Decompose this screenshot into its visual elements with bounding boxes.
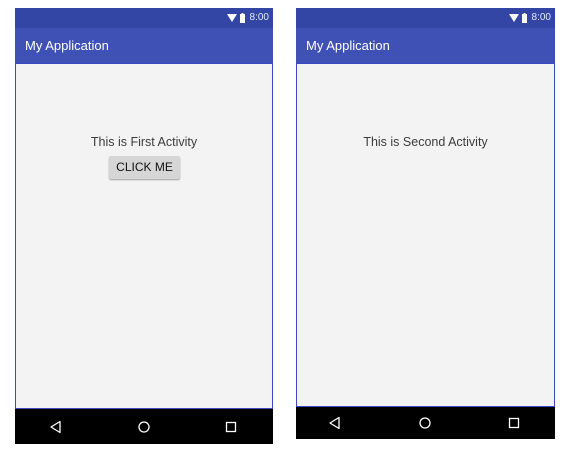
navigation-bar [15,409,273,444]
battery-icon [239,13,245,23]
home-icon [419,417,431,429]
app-bar: My Application [296,28,555,63]
activity-content: This is First Activity CLICK ME [15,63,273,409]
back-button[interactable] [48,419,64,435]
back-button[interactable] [327,415,343,431]
navigation-bar [296,407,555,439]
app-title: My Application [25,38,109,53]
back-icon [329,416,340,430]
click-me-button[interactable]: CLICK ME [109,156,180,179]
home-icon [138,420,150,433]
wifi-icon [226,14,237,22]
activity-label: This is First Activity [90,135,198,149]
battery-icon [521,13,527,23]
home-button[interactable] [417,415,433,431]
phone-screen-second-activity: 8:00 My Application This is Second Activ… [296,8,555,439]
app-title: My Application [306,38,390,53]
phone-screen-first-activity: 8:00 My Application This is First Activi… [15,8,273,444]
status-bar: 8:00 [296,8,555,28]
recents-button[interactable] [223,419,239,435]
back-icon [50,420,61,433]
status-icons: 8:00 [508,12,551,24]
status-bar: 8:00 [15,8,273,28]
recents-icon [508,417,520,429]
status-time: 8:00 [531,12,551,23]
status-icons: 8:00 [226,12,269,24]
recents-button[interactable] [506,415,522,431]
home-button[interactable] [136,419,152,435]
app-bar: My Application [15,28,273,63]
activity-content: This is Second Activity [296,63,555,407]
status-time: 8:00 [249,12,269,23]
recents-icon [225,421,237,432]
wifi-icon [508,14,519,22]
activity-label: This is Second Activity [363,135,488,149]
